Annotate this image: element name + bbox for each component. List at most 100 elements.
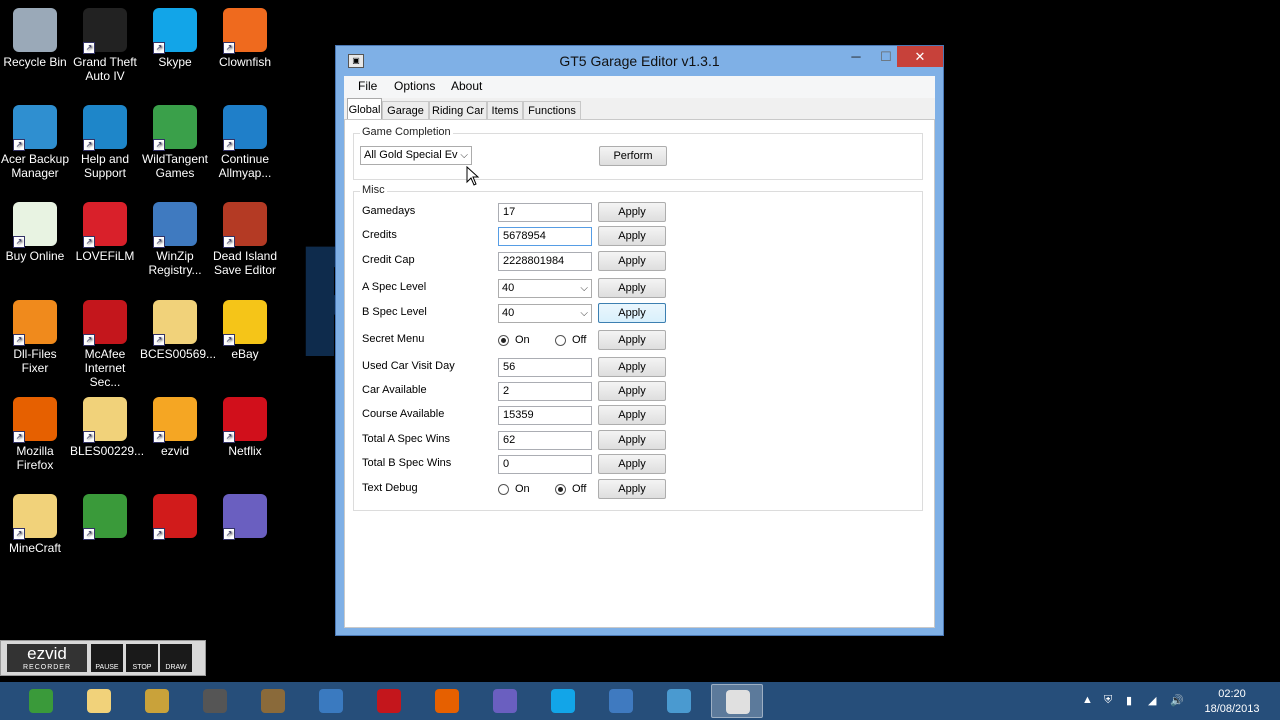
tab-global[interactable]: Global bbox=[347, 98, 382, 120]
taskbar-item[interactable] bbox=[653, 684, 705, 718]
used-car-visit-day-input[interactable]: 56 bbox=[498, 358, 592, 377]
ezvid-logo: ezvid RECORDER bbox=[7, 644, 87, 672]
tab-functions[interactable]: Functions bbox=[523, 101, 581, 119]
desktop-icon[interactable]: ↗ LOVEFiLM bbox=[70, 202, 140, 263]
power-icon bbox=[377, 689, 401, 713]
desktop-icon[interactable]: ↗ MineCraft bbox=[0, 494, 70, 555]
secret-menu-on-radio[interactable] bbox=[498, 335, 509, 346]
desktop-icon[interactable]: ↗ Help and Support bbox=[70, 105, 140, 180]
shortcut-arrow-icon: ↗ bbox=[153, 236, 165, 248]
menu-options[interactable]: Options bbox=[394, 79, 435, 93]
game-completion-select[interactable]: All Gold Special Ever ⌵ bbox=[360, 146, 472, 165]
tab-garage[interactable]: Garage bbox=[382, 101, 429, 119]
taskbar-item[interactable] bbox=[73, 684, 125, 718]
secret-menu-apply-button[interactable]: Apply bbox=[598, 330, 666, 350]
course-available-input[interactable]: 15359 bbox=[498, 406, 592, 425]
shortcut-arrow-icon: ↗ bbox=[153, 431, 165, 443]
taskbar-item[interactable] bbox=[189, 684, 241, 718]
draw-button[interactable]: DRAW bbox=[160, 644, 192, 672]
car-available-apply-button[interactable]: Apply bbox=[598, 381, 666, 401]
desktop-icon[interactable]: ↗ Buy Online bbox=[0, 202, 70, 263]
menu-file[interactable]: File bbox=[358, 79, 377, 93]
gamedays-input[interactable]: 17 bbox=[498, 203, 592, 222]
desktop-icon[interactable]: ↗ Skype bbox=[140, 8, 210, 69]
tab-items[interactable]: Items bbox=[487, 101, 523, 119]
chrome-icon bbox=[29, 689, 53, 713]
total-b-spec-wins-apply-button[interactable]: Apply bbox=[598, 454, 666, 474]
stop-button[interactable]: STOP bbox=[126, 644, 158, 672]
credits-apply-button[interactable]: Apply bbox=[598, 226, 666, 246]
secret-menu-off-radio[interactable] bbox=[555, 335, 566, 346]
desktop-icon[interactable]: ↗ Dll-Files Fixer bbox=[0, 300, 70, 375]
pause-button[interactable]: PAUSE bbox=[91, 644, 123, 672]
close-button[interactable]: ✕ bbox=[897, 46, 943, 67]
shortcut-arrow-icon: ↗ bbox=[83, 42, 95, 54]
taskbar-item[interactable] bbox=[537, 684, 589, 718]
tray-icon[interactable]: ◢ bbox=[1148, 694, 1156, 707]
perform-button[interactable]: Perform bbox=[599, 146, 667, 166]
taskbar-item[interactable] bbox=[15, 684, 67, 718]
settings-app-icon bbox=[319, 689, 343, 713]
used-car-visit-day-apply-button[interactable]: Apply bbox=[598, 357, 666, 377]
taskbar-item[interactable] bbox=[595, 684, 647, 718]
chrome-icon: ↗ bbox=[83, 494, 127, 540]
desktop-icon-label: Dead Island Save Editor bbox=[212, 249, 278, 277]
text-debug-apply-button[interactable]: Apply bbox=[598, 479, 666, 499]
secret-menu-on-label: On bbox=[515, 334, 530, 346]
taskbar-item[interactable] bbox=[711, 684, 763, 718]
desktop-icon[interactable]: ↗ Continue Allmyap... bbox=[210, 105, 280, 180]
desktop-icon[interactable]: ↗ Grand Theft Auto IV bbox=[70, 8, 140, 83]
tab-riding-car[interactable]: Riding Car bbox=[429, 101, 487, 119]
taskbar-item[interactable] bbox=[131, 684, 183, 718]
desktop-icon[interactable]: Recycle Bin bbox=[0, 8, 70, 69]
minimize-button[interactable]: ─ bbox=[841, 46, 871, 67]
desktop-icon[interactable]: ↗ bbox=[210, 494, 280, 541]
tray-icon[interactable]: ⛨ bbox=[1104, 694, 1112, 707]
credit-cap-apply-button[interactable]: Apply bbox=[598, 251, 666, 271]
gamedays-apply-button[interactable]: Apply bbox=[598, 202, 666, 222]
car-available-input[interactable]: 2 bbox=[498, 382, 592, 401]
desktop-icon[interactable]: ↗ bbox=[140, 494, 210, 541]
a-spec-level-apply-button[interactable]: Apply bbox=[598, 278, 666, 298]
secret-menu-off-label: Off bbox=[572, 334, 587, 346]
menu-about[interactable]: About bbox=[451, 79, 482, 93]
b-spec-level-select[interactable]: 40 ⌵ bbox=[498, 304, 592, 323]
clock[interactable]: 02:20 18/08/2013 bbox=[1196, 687, 1268, 717]
desktop-icon[interactable]: ↗ BLES00229... bbox=[70, 397, 144, 458]
taskbar-item[interactable] bbox=[479, 684, 531, 718]
b-spec-level-apply-button[interactable]: Apply bbox=[598, 303, 666, 323]
tray-icon[interactable]: 🔊 bbox=[1170, 694, 1184, 707]
desktop-icon[interactable]: ↗ Netflix bbox=[210, 397, 280, 458]
taskbar-item[interactable] bbox=[247, 684, 299, 718]
total-a-spec-wins-apply-button[interactable]: Apply bbox=[598, 430, 666, 450]
desktop-icon[interactable]: ↗ Mozilla Firefox bbox=[0, 397, 70, 472]
file-explorer-icon bbox=[87, 689, 111, 713]
credit-cap-input[interactable]: 2228801984 bbox=[498, 252, 592, 271]
credits-input[interactable]: 5678954 bbox=[498, 227, 592, 246]
desktop-icon[interactable]: ↗ BCES00569... bbox=[140, 300, 216, 361]
total-a-spec-wins-input[interactable]: 62 bbox=[498, 431, 592, 450]
total-b-spec-wins-input[interactable]: 0 bbox=[498, 455, 592, 474]
desktop-icon[interactable]: ↗ McAfee Internet Sec... bbox=[70, 300, 140, 389]
desktop-icon[interactable]: ↗ WildTangent Games bbox=[140, 105, 210, 180]
torrent-icon bbox=[493, 689, 517, 713]
text-debug-off-radio[interactable] bbox=[555, 484, 566, 495]
taskbar-item[interactable] bbox=[421, 684, 473, 718]
desktop-icon[interactable]: ↗ Clownfish bbox=[210, 8, 280, 69]
desktop-icon-label: Grand Theft Auto IV bbox=[73, 55, 137, 83]
taskbar-item[interactable] bbox=[305, 684, 357, 718]
desktop-icon[interactable]: ↗ Dead Island Save Editor bbox=[210, 202, 280, 277]
text-debug-on-radio[interactable] bbox=[498, 484, 509, 495]
desktop-icon[interactable]: ↗ eBay bbox=[210, 300, 280, 361]
tray-icon[interactable]: ▲ bbox=[1082, 694, 1093, 706]
tray-icon[interactable]: ▮ bbox=[1126, 694, 1132, 707]
a-spec-level-select[interactable]: 40 ⌵ bbox=[498, 279, 592, 298]
desktop-icon[interactable]: ↗ WinZip Registry... bbox=[140, 202, 210, 277]
course-available-apply-button[interactable]: Apply bbox=[598, 405, 666, 425]
desktop-icon-label: McAfee Internet Sec... bbox=[84, 347, 126, 389]
torrent-icon: ↗ bbox=[223, 494, 267, 540]
taskbar-item[interactable] bbox=[363, 684, 415, 718]
desktop-icon[interactable]: ↗ ezvid bbox=[140, 397, 210, 458]
desktop-icon[interactable]: ↗ bbox=[70, 494, 140, 541]
desktop-icon[interactable]: ↗ Acer Backup Manager bbox=[0, 105, 70, 180]
